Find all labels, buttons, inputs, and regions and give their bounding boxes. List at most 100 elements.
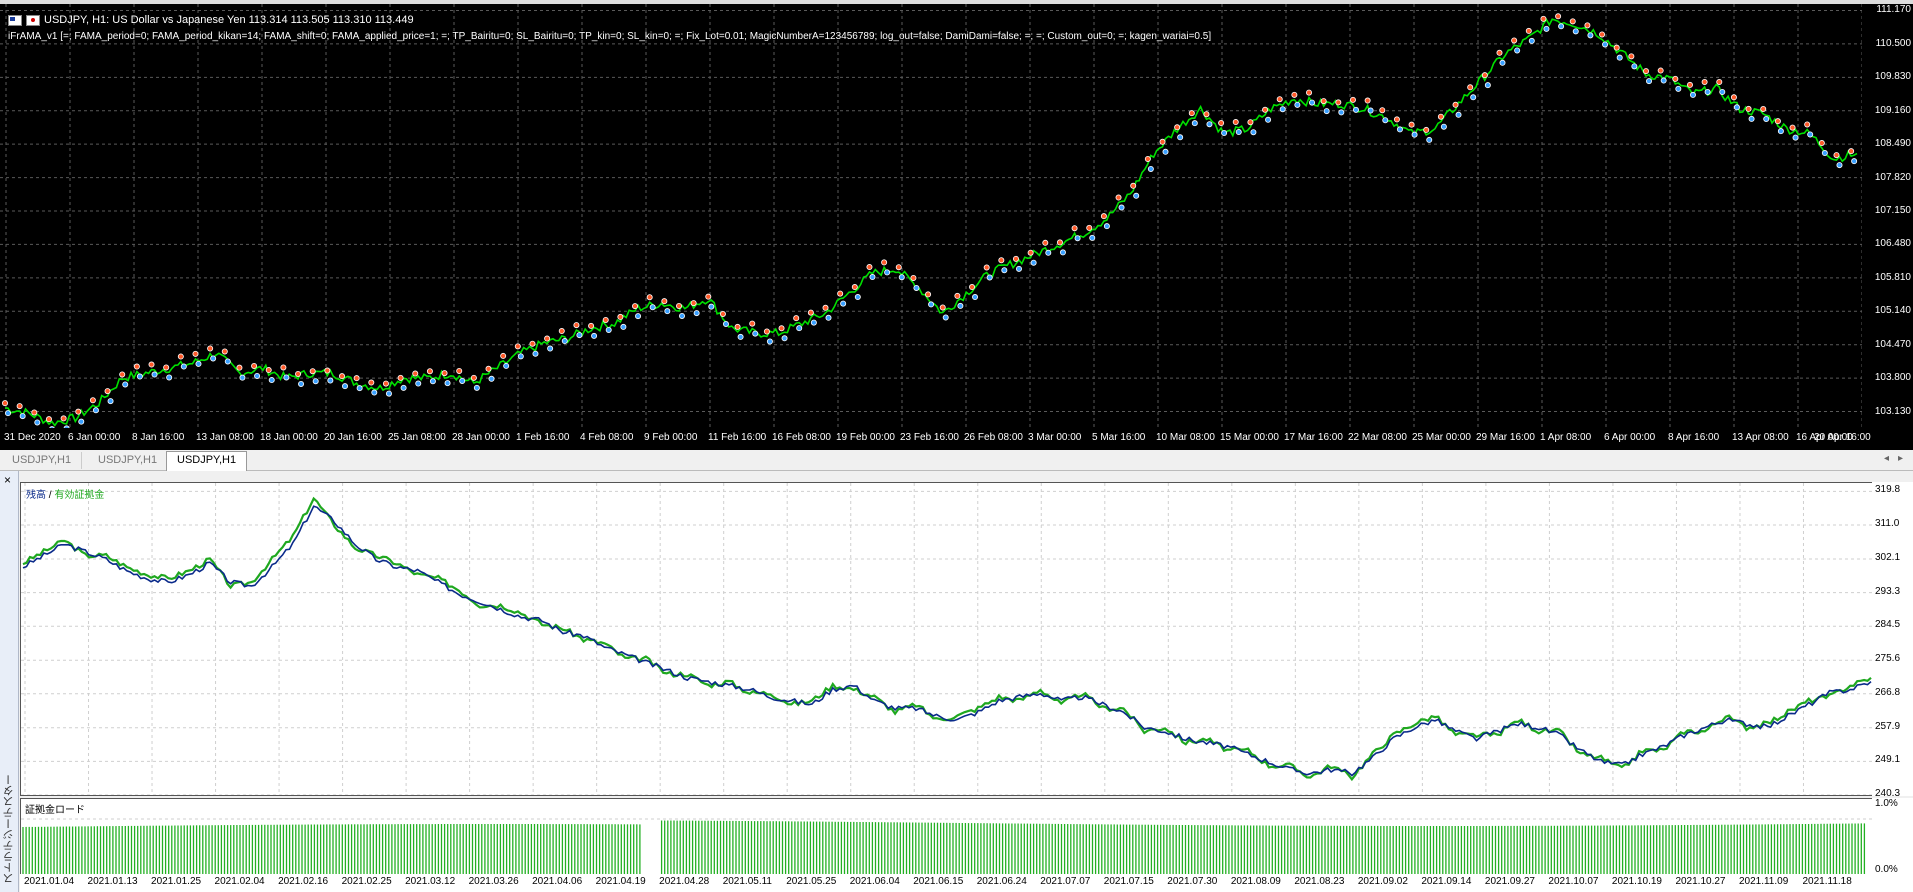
- sell-arrow-marker: [1599, 31, 1606, 38]
- buy-arrow-marker: [766, 338, 773, 345]
- balance-tick-label: 319.8: [1875, 484, 1901, 496]
- sell-arrow-marker: [221, 348, 228, 355]
- buy-arrow-marker: [283, 374, 290, 381]
- time-tick-label: 5 Mar 16:00: [1092, 432, 1146, 443]
- buy-arrow-marker: [708, 303, 715, 310]
- sell-arrow-marker: [807, 309, 814, 316]
- buy-arrow-marker: [195, 360, 202, 367]
- sell-arrow-marker: [529, 340, 536, 347]
- balance-tick-label: 302.1: [1875, 551, 1901, 563]
- sell-arrow-marker: [1657, 67, 1664, 74]
- sell-arrow-marker: [368, 379, 375, 386]
- buy-arrow-marker: [722, 320, 729, 327]
- buy-arrow-marker: [1792, 134, 1799, 141]
- price-tick-label: 110.500: [1875, 37, 1911, 49]
- time-tick-label: 13 Apr 08:00: [1732, 432, 1789, 443]
- sell-arrow-marker: [1188, 110, 1195, 117]
- buy-arrow-marker: [356, 385, 363, 392]
- sell-arrow-marker: [192, 350, 199, 357]
- buy-arrow-marker: [1572, 28, 1579, 35]
- sell-arrow-marker: [207, 345, 214, 352]
- sell-arrow-marker: [1701, 78, 1708, 85]
- price-chart[interactable]: USDJPY, H1: US Dollar vs Japanese Yen 11…: [0, 4, 1862, 428]
- balance-legend: 残高 / 有効証拠金: [26, 486, 104, 501]
- buy-arrow-marker: [92, 407, 99, 414]
- price-tick-label: 105.810: [1874, 271, 1911, 283]
- sell-arrow-marker: [397, 374, 404, 381]
- buy-arrow-marker: [957, 302, 964, 309]
- legend-equity: 有効証拠金: [54, 490, 105, 501]
- sell-arrow-marker: [1730, 94, 1737, 101]
- sell-arrow-marker: [1042, 239, 1049, 246]
- buy-arrow-marker: [1851, 158, 1858, 165]
- balance-chart[interactable]: 残高 / 有効証拠金: [20, 482, 1874, 796]
- buy-arrow-marker: [1821, 150, 1828, 157]
- jp-flag-icon: [26, 14, 40, 26]
- time-tick-label: 16 Feb 08:00: [772, 432, 831, 443]
- chart-tab-bar: USDJPY,H1 USDJPY,H1 USDJPY,H1 ◂ ▸: [0, 450, 1913, 471]
- price-tick-label: 103.130: [1874, 405, 1911, 417]
- indicator-params: iFrAMA_v1 [=; FAMA_period=0; FAMA_period…: [8, 31, 1212, 42]
- date-tick-label: 2021.01.13: [87, 876, 138, 887]
- buy-arrow-marker: [1177, 134, 1184, 141]
- buy-arrow-marker: [1528, 37, 1535, 44]
- time-tick-label: 8 Jan 16:00: [132, 432, 185, 443]
- tab-scroll-right-icon[interactable]: ▸: [1898, 453, 1903, 464]
- date-tick-label: 2021.04.06: [532, 876, 583, 887]
- buy-arrow-marker: [840, 300, 847, 307]
- date-tick-label: 2021.06.24: [976, 876, 1027, 887]
- tab-scroll-left-icon[interactable]: ◂: [1884, 453, 1889, 464]
- price-chart-svg: [0, 4, 1862, 428]
- sell-arrow-marker: [573, 322, 580, 329]
- sell-arrow-marker: [1437, 113, 1444, 120]
- sell-arrow-marker: [837, 290, 844, 297]
- buy-arrow-marker: [1059, 249, 1066, 256]
- time-tick-label: 25 Jan 08:00: [388, 432, 446, 443]
- close-icon[interactable]: ×: [4, 473, 11, 487]
- buy-arrow-marker: [1118, 204, 1125, 211]
- buy-arrow-marker: [254, 372, 261, 379]
- time-tick-label: 18 Jan 00:00: [260, 432, 318, 443]
- date-tick-label: 2021.11.18: [1802, 876, 1852, 887]
- buy-arrow-marker: [444, 380, 451, 387]
- sell-arrow-marker: [1306, 89, 1313, 96]
- tab-usdjpy-h1-3[interactable]: USDJPY,H1: [166, 451, 248, 471]
- sell-arrow-marker: [1760, 105, 1767, 112]
- buy-arrow-marker: [928, 301, 935, 308]
- sell-arrow-marker: [1716, 78, 1723, 85]
- price-tick-label: 104.470: [1874, 338, 1911, 350]
- buy-arrow-marker: [561, 338, 568, 345]
- tab-usdjpy-h1-2[interactable]: USDJPY,H1: [88, 452, 169, 469]
- sell-arrow-marker: [910, 274, 917, 281]
- time-axis: 31 Dec 2020 6 Jan 00:00 8 Jan 16:00 13 Jan …: [0, 428, 1913, 450]
- margin-load-chart[interactable]: 証拠金ロード: [20, 798, 1874, 876]
- sell-arrow-marker: [822, 304, 829, 311]
- buy-arrow-marker: [1499, 59, 1506, 66]
- sell-arrow-marker: [1130, 182, 1137, 189]
- sell-arrow-marker: [1232, 119, 1239, 126]
- buy-arrow-marker: [459, 377, 466, 384]
- buy-arrow-marker: [312, 378, 319, 385]
- sell-arrow-marker: [353, 375, 360, 382]
- date-tick-label: 2021.05.11: [722, 876, 772, 887]
- buy-arrow-marker: [415, 380, 422, 387]
- buy-arrow-marker: [1147, 165, 1154, 172]
- buy-arrow-marker: [136, 373, 143, 380]
- buy-arrow-marker: [503, 362, 510, 369]
- tab-usdjpy-h1-1[interactable]: USDJPY,H1: [2, 452, 83, 469]
- sell-arrow-marker: [544, 335, 551, 342]
- buy-arrow-marker: [166, 374, 173, 381]
- sell-arrow-marker: [1584, 22, 1591, 29]
- buy-arrow-marker: [884, 269, 891, 276]
- buy-arrow-marker: [268, 377, 275, 384]
- time-tick-label: 17 Mar 16:00: [1284, 432, 1343, 443]
- price-tick-label: 111.170: [1876, 4, 1911, 16]
- buy-arrow-marker: [1646, 78, 1653, 85]
- sell-arrow-marker: [851, 284, 858, 291]
- buy-arrow-marker: [986, 274, 993, 281]
- buy-arrow-marker: [327, 377, 334, 384]
- balance-tick-label: 275.6: [1875, 653, 1901, 665]
- buy-arrow-marker: [1543, 25, 1550, 32]
- buy-arrow-marker: [972, 294, 979, 301]
- sell-arrow-marker: [690, 300, 697, 307]
